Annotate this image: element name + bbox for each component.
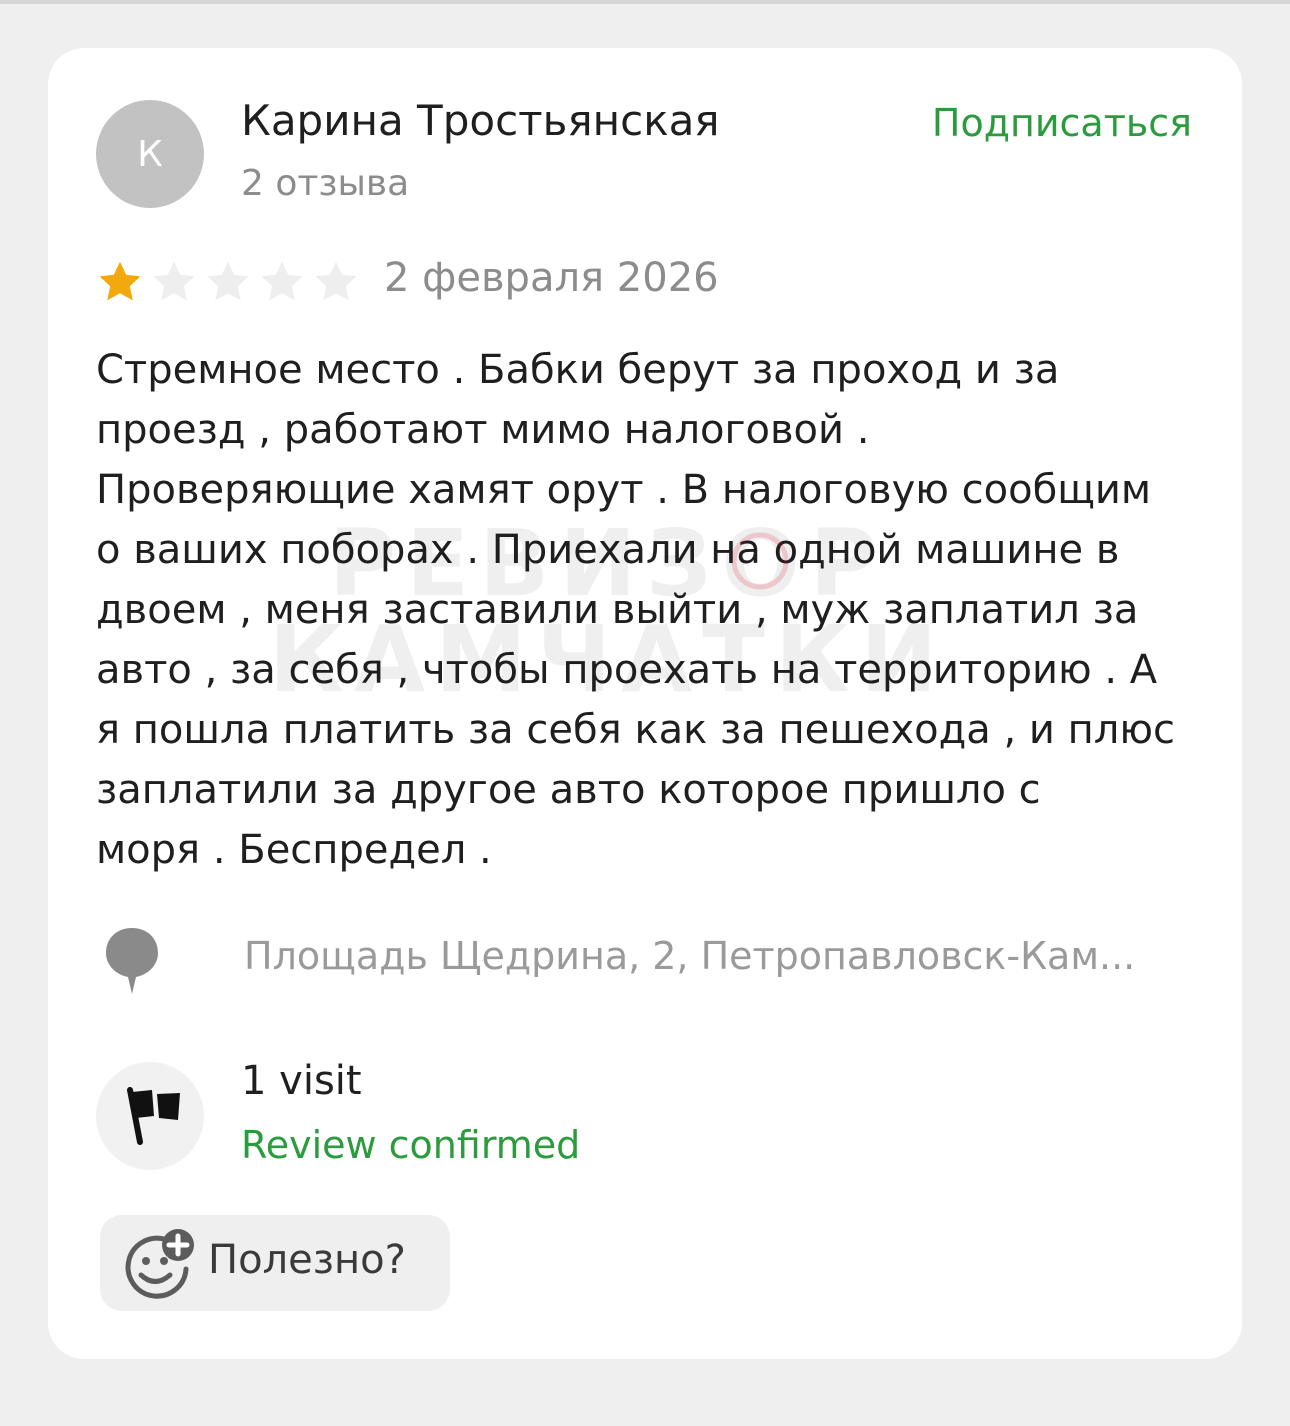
review-confirmed-label: Review confirmed bbox=[241, 1123, 581, 1167]
star-shape bbox=[153, 261, 195, 301]
review-text: Стремное место . Бабки берут за проход и… bbox=[96, 347, 1176, 873]
star-icon bbox=[153, 261, 195, 301]
star-rating bbox=[96, 258, 360, 306]
subscribe-button[interactable]: Подписаться bbox=[932, 101, 1192, 145]
top-divider bbox=[0, 0, 1290, 4]
location-address: Площадь Щедрина, 2, Петропавловск-Кам... bbox=[244, 934, 1136, 978]
star-icon bbox=[207, 261, 249, 301]
star-shape bbox=[99, 261, 141, 301]
location-row[interactable]: Площадь Щедрина, 2, Петропавловск-Кам... bbox=[98, 926, 1198, 996]
author-review-count: 2 отзыва bbox=[241, 163, 410, 204]
useful-button[interactable]: Полезно? bbox=[100, 1215, 450, 1311]
star-shape bbox=[315, 261, 357, 301]
avatar[interactable]: К bbox=[96, 100, 204, 208]
review-date: 2 февраля 2026 bbox=[384, 255, 719, 301]
star-icon bbox=[315, 261, 357, 301]
star-shape bbox=[261, 261, 303, 301]
flag-cloth-right bbox=[157, 1093, 180, 1120]
map-pin-icon bbox=[106, 928, 158, 994]
useful-label: Полезно? bbox=[208, 1237, 406, 1283]
smile-eye-right bbox=[160, 1257, 168, 1265]
visit-badge bbox=[96, 1062, 204, 1170]
review-card: К Карина Тростьянская 2 отзыва Подписать… bbox=[48, 48, 1242, 1359]
author-name[interactable]: Карина Тростьянская bbox=[241, 96, 720, 145]
visit-count: 1 visit bbox=[241, 1058, 362, 1104]
avatar-initial: К bbox=[137, 133, 163, 175]
smile-plus-icon bbox=[125, 1229, 194, 1299]
smile-mouth bbox=[138, 1272, 173, 1284]
flag-icon bbox=[127, 1087, 180, 1145]
smile-eye-left bbox=[142, 1257, 150, 1265]
pin-head bbox=[106, 928, 158, 994]
star-icon bbox=[99, 261, 141, 301]
star-shape bbox=[207, 261, 249, 301]
star-icon bbox=[261, 261, 303, 301]
